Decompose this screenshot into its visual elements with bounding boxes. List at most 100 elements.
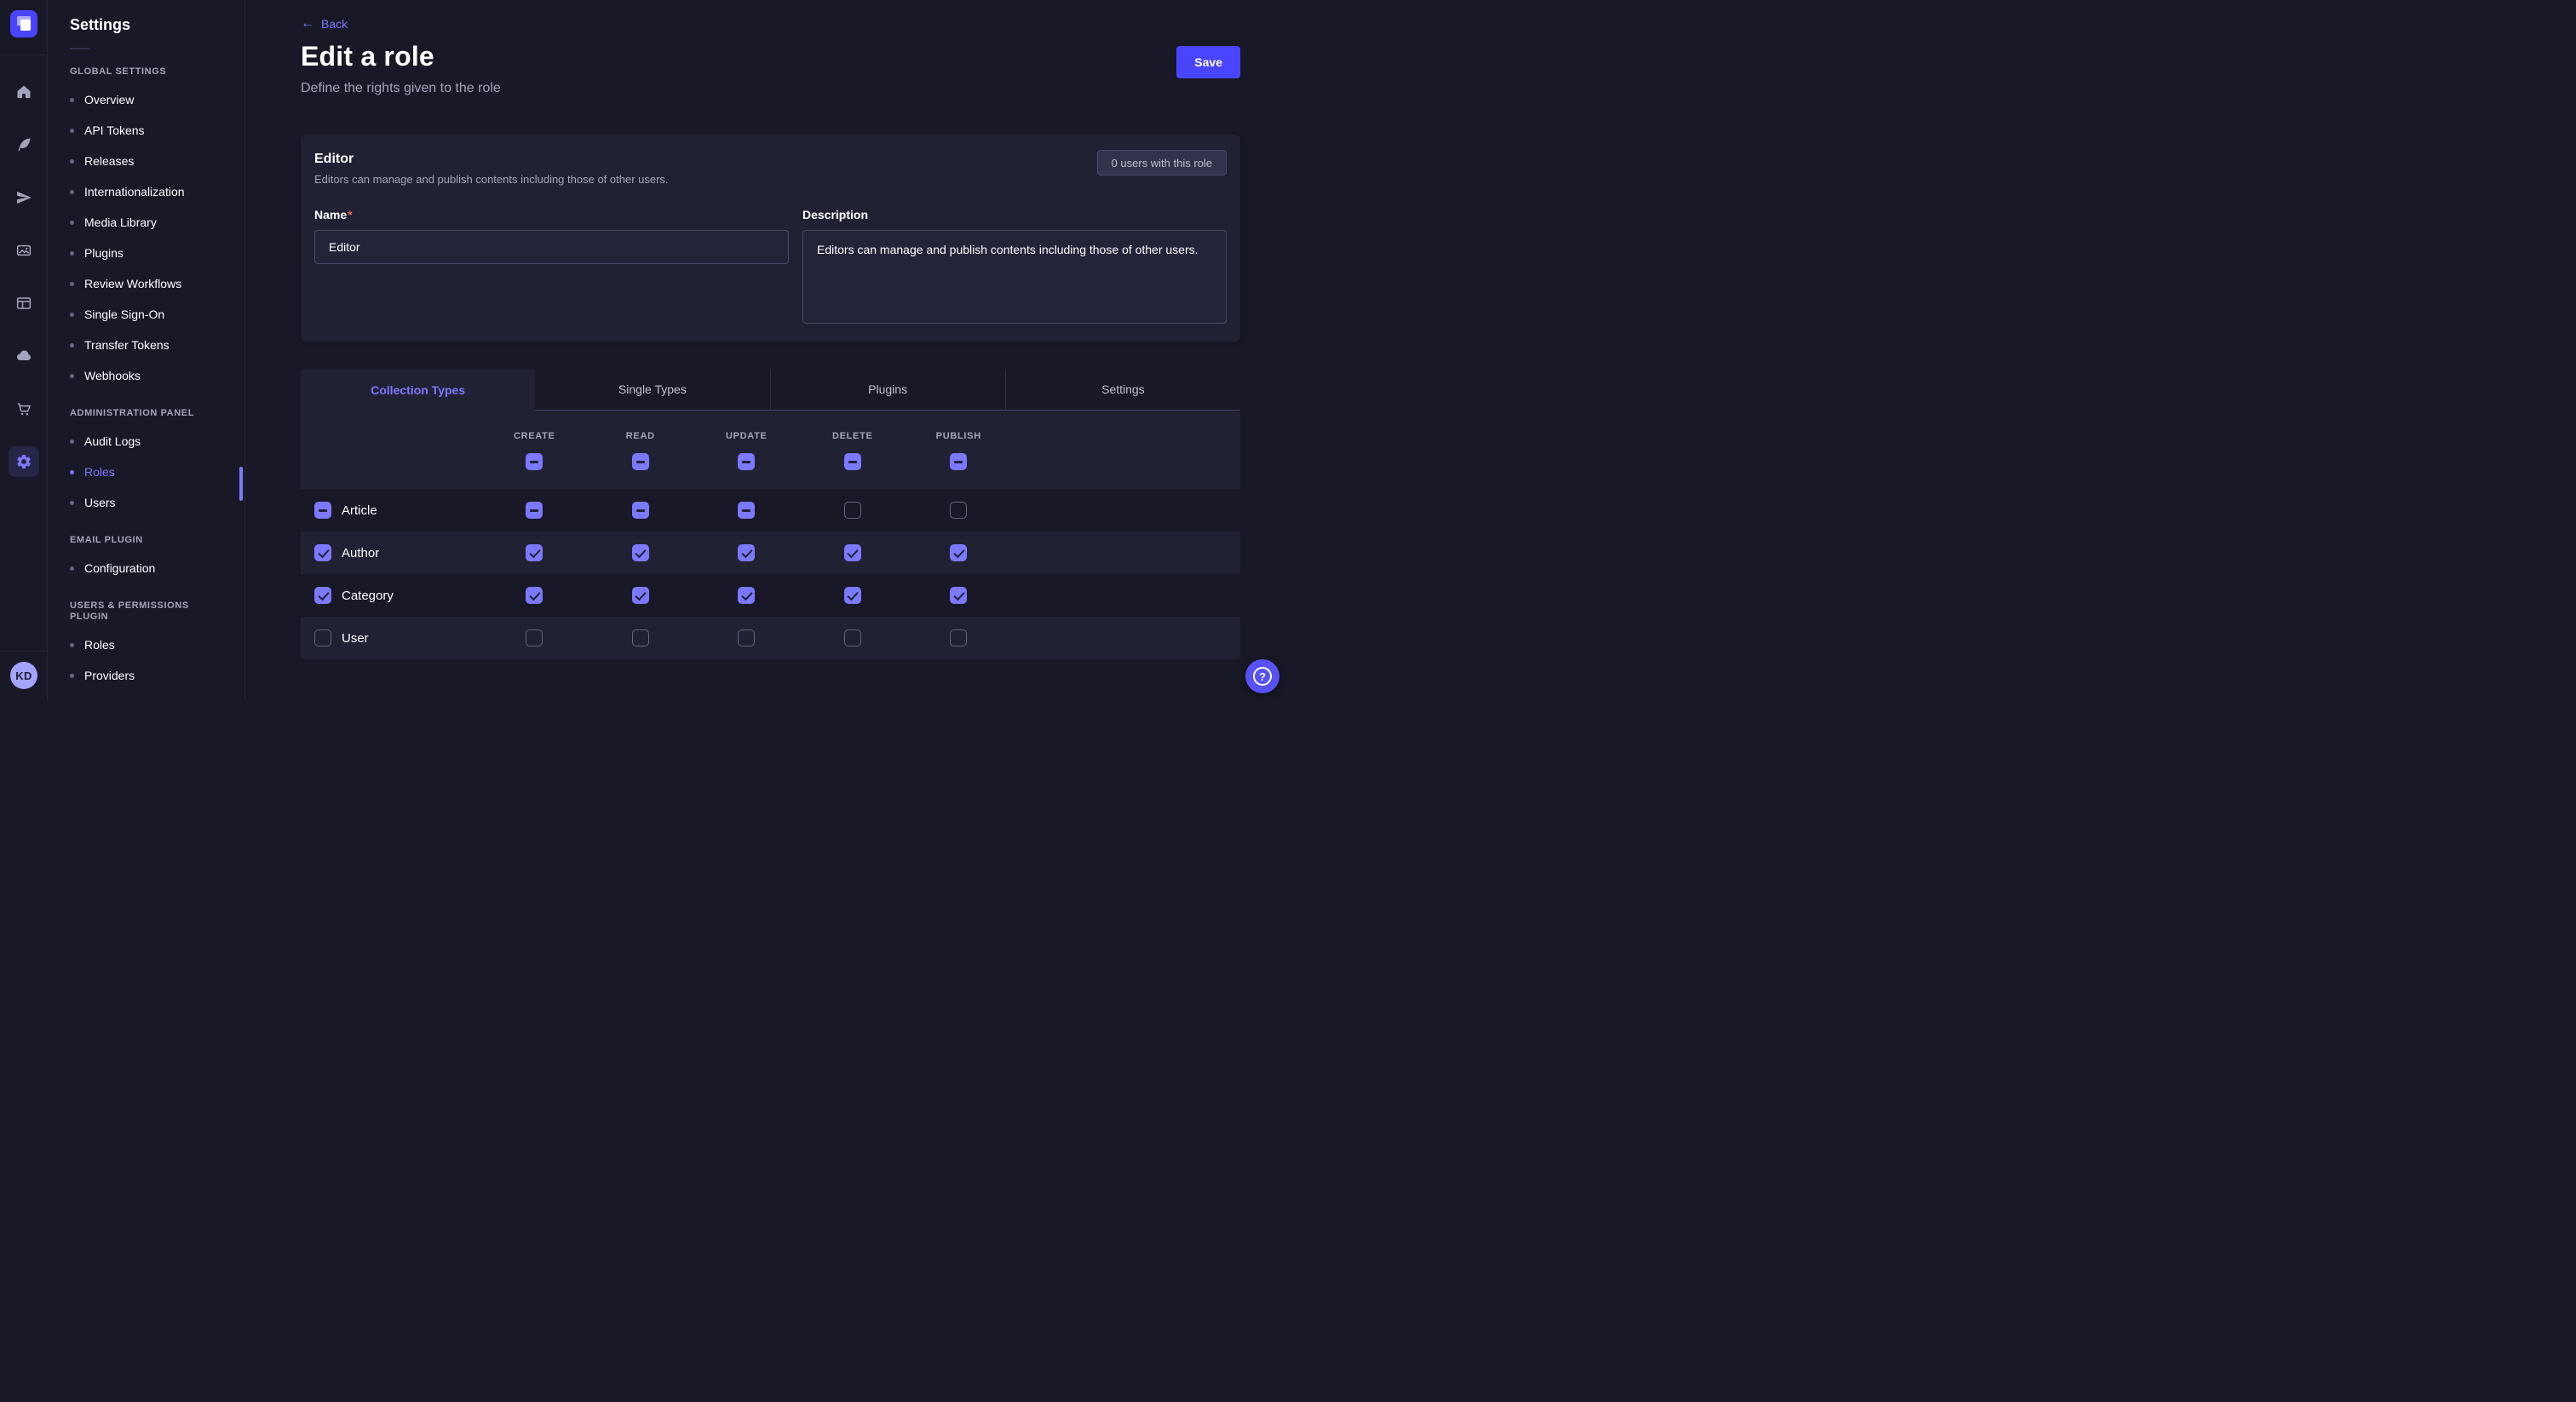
rail-button-gear-icon[interactable] [9,446,39,477]
checkbox-category-delete[interactable] [844,587,861,604]
row-label: User [342,631,369,646]
checkbox-user-update[interactable] [738,629,755,646]
home-icon [15,83,32,101]
main-nav-rail: KD [0,0,48,701]
checkbox-select-all-read[interactable] [632,453,649,470]
sidebar-item-single-sign-on[interactable]: Single Sign-On [48,299,244,330]
tab-collection-types[interactable]: Collection Types [301,369,535,411]
sidebar-item-users[interactable]: Users [48,487,244,518]
question-mark-icon: ? [1253,667,1272,686]
subnav-sections: GLOBAL SETTINGSOverviewAPI TokensRelease… [48,66,244,691]
help-button[interactable]: ? [1245,659,1279,693]
sidebar-item-api-tokens[interactable]: API Tokens [48,115,244,146]
checkbox-category-update[interactable] [738,587,755,604]
checkbox-user-publish[interactable] [950,629,967,646]
checkbox-user-read[interactable] [632,629,649,646]
rail-button-media-images-icon[interactable] [9,235,39,266]
table-row-author: Author [301,531,1240,574]
checkbox-row-user[interactable] [314,629,331,646]
sidebar-item-plugins[interactable]: Plugins [48,238,244,268]
sidebar-item-label: Roles [84,465,115,479]
checkbox-row-category[interactable] [314,587,331,604]
table-row-category: Category [301,574,1240,617]
sidebar-item-review-workflows[interactable]: Review Workflows [48,268,244,299]
sidebar-item-label: Configuration [84,561,155,575]
column-header-delete: DELETE [800,431,906,441]
checkbox-row-article[interactable] [314,502,331,519]
app-window: KD Settings GLOBAL SETTINGSOverviewAPI T… [0,0,1288,701]
save-button[interactable]: Save [1176,46,1240,78]
rail-button-feather-icon[interactable] [9,129,39,160]
sidebar-item-audit-logs[interactable]: Audit Logs [48,426,244,457]
checkbox-author-read[interactable] [632,544,649,561]
sidebar-item-providers[interactable]: Providers [48,660,244,691]
tab-single-types[interactable]: Single Types [535,369,769,411]
sidebar-item-roles[interactable]: Roles [48,457,244,487]
rail-button-layout-panel-icon[interactable] [9,288,39,319]
rail-button-home-icon[interactable] [9,77,39,107]
checkbox-article-read[interactable] [632,502,649,519]
bullet-icon [70,221,74,225]
media-images-icon [15,242,32,259]
checkbox-article-create[interactable] [526,502,543,519]
page-subtitle: Define the rights given to the role [301,78,1240,99]
bullet-icon [70,282,74,286]
tab-settings[interactable]: Settings [1005,369,1240,411]
checkbox-article-update[interactable] [738,502,755,519]
checkbox-select-all-delete[interactable] [844,453,861,470]
sidebar-item-internationalization[interactable]: Internationalization [48,176,244,207]
sidebar-item-overview[interactable]: Overview [48,84,244,115]
permissions-panel: CREATEREADUPDATEDELETEPUBLISH ArticleAut… [301,411,1240,659]
select-all-cell [800,453,906,470]
description-textarea[interactable] [802,230,1227,324]
checkbox-author-update[interactable] [738,544,755,561]
permission-cell [481,544,588,561]
checkbox-category-publish[interactable] [950,587,967,604]
tab-plugins[interactable]: Plugins [770,369,1005,411]
checkbox-article-publish[interactable] [950,502,967,519]
sidebar-item-releases[interactable]: Releases [48,146,244,176]
sidebar-item-roles[interactable]: Roles [48,629,244,660]
role-description-text: Editors can manage and publish contents … [314,172,669,187]
checkbox-author-create[interactable] [526,544,543,561]
subnav-scrollbar-thumb[interactable] [239,467,243,501]
checkbox-user-create[interactable] [526,629,543,646]
checkbox-category-read[interactable] [632,587,649,604]
sidebar-item-webhooks[interactable]: Webhooks [48,360,244,391]
nav-section: ADMINISTRATION PANEL Audit Logs Roles Users [48,408,244,518]
users-with-role-button[interactable]: 0 users with this role [1097,150,1228,175]
checkbox-select-all-create[interactable] [526,453,543,470]
back-link[interactable]: ← Back [301,17,348,31]
column-header-publish: PUBLISH [906,431,1012,441]
bullet-icon [70,159,74,164]
table-row-article: Article [301,489,1240,531]
rail-button-paper-plane-icon[interactable] [9,182,39,213]
checkbox-article-delete[interactable] [844,502,861,519]
checkbox-author-publish[interactable] [950,544,967,561]
checkbox-select-all-publish[interactable] [950,453,967,470]
checkbox-user-delete[interactable] [844,629,861,646]
sidebar-item-transfer-tokens[interactable]: Transfer Tokens [48,330,244,360]
rail-button-cloud-icon[interactable] [9,341,39,371]
sidebar-item-media-library[interactable]: Media Library [48,207,244,238]
nav-section-label: ADMINISTRATION PANEL [70,408,222,419]
strapi-logo[interactable] [10,10,37,37]
required-asterisk: * [348,208,352,221]
permission-cell [906,587,1012,604]
avatar[interactable]: KD [10,662,37,689]
description-field-label: Description [802,206,1227,223]
sidebar-item-configuration[interactable]: Configuration [48,553,244,583]
checkbox-select-all-update[interactable] [738,453,755,470]
name-input[interactable] [314,230,789,264]
bullet-icon [70,501,74,505]
description-field-group: Description [802,206,1227,328]
rail-button-cart-icon[interactable] [9,394,39,424]
bullet-icon [70,98,74,102]
checkbox-author-delete[interactable] [844,544,861,561]
select-all-cell [481,453,588,470]
permission-cell [693,544,800,561]
column-header-create: CREATE [481,431,588,441]
checkbox-row-author[interactable] [314,544,331,561]
checkbox-category-create[interactable] [526,587,543,604]
role-fields-row: Name* Description [314,206,1227,328]
